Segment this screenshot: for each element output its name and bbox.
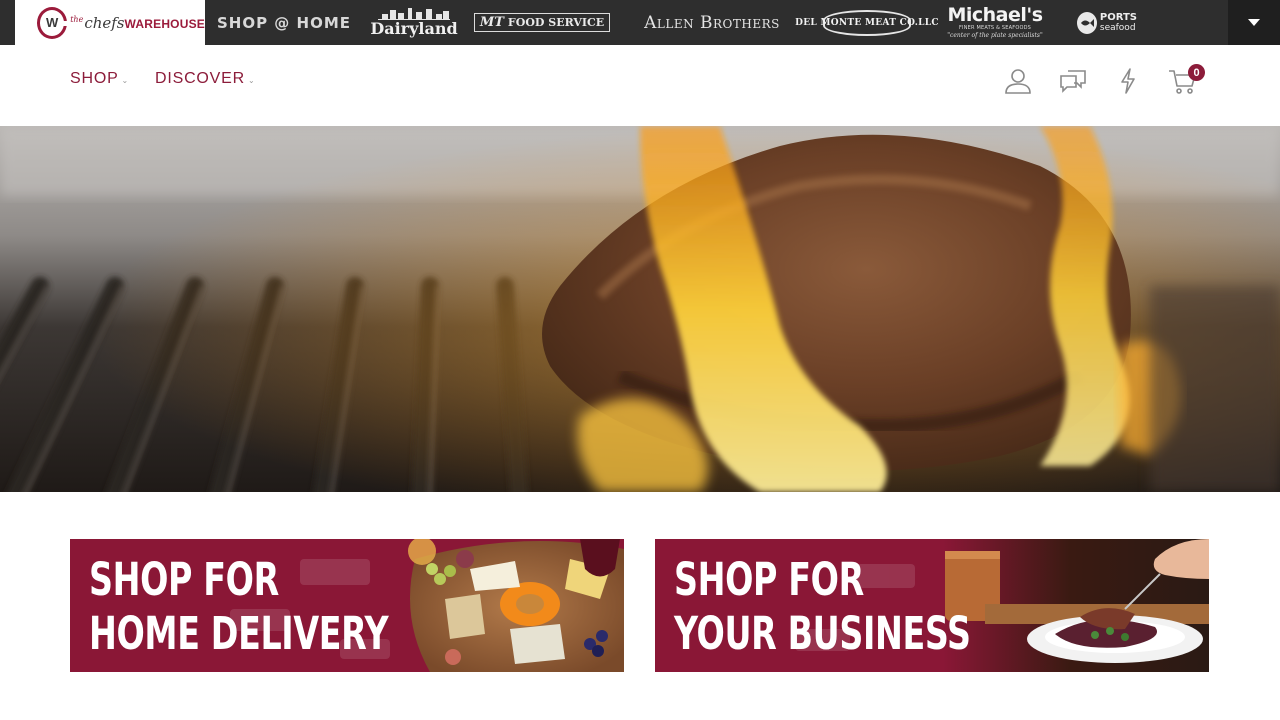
cw-monogram-icon: W bbox=[37, 6, 70, 39]
del-monte-badge: DEL MONTE MEAT CO.LLC bbox=[795, 9, 939, 36]
chat-icon[interactable] bbox=[1058, 66, 1088, 96]
promo-home-line2: HOME DELIVERY bbox=[89, 607, 389, 660]
ports-wordmark: PORTS seafood bbox=[1099, 11, 1137, 33]
ports-line2: seafood bbox=[1099, 22, 1136, 33]
logo-warehouse: WAREHOUSE bbox=[124, 16, 205, 31]
account-icon[interactable] bbox=[1003, 66, 1033, 96]
promo-biz-line2: YOUR BUSINESS bbox=[674, 607, 971, 660]
michaels-label: Michael's bbox=[947, 4, 1043, 26]
brand-del-monte[interactable]: DEL MONTE MEAT CO.LLC bbox=[795, 0, 939, 45]
dairyland-label: Dairyland bbox=[370, 18, 458, 38]
promo-home-text: SHOP FOR HOME DELIVERY bbox=[89, 553, 389, 661]
chevron-down-icon: ⌄ bbox=[121, 75, 130, 85]
promo-home-line1: SHOP FOR bbox=[89, 553, 279, 606]
chevron-down-icon: ⌄ bbox=[247, 75, 256, 85]
logo-the: the bbox=[70, 14, 84, 24]
logo-chefs: chefs bbox=[84, 13, 125, 32]
logo-monogram: W bbox=[45, 15, 59, 30]
brand-strip: W the chefs WAREHOUSE SHOP @ HOME Dairyl… bbox=[0, 0, 1280, 45]
brand-dairyland[interactable]: Dairyland bbox=[370, 0, 458, 45]
hero-image[interactable] bbox=[0, 126, 1280, 492]
caret-down-icon bbox=[1248, 19, 1260, 26]
promo-biz-line1: SHOP FOR bbox=[674, 553, 864, 606]
brand-shop-at-home[interactable]: SHOP @ HOME bbox=[217, 0, 350, 45]
nav-shop-label: SHOP bbox=[70, 70, 119, 87]
promo-biz-text: SHOP FOR YOUR BUSINESS bbox=[674, 553, 971, 661]
shop-at-home-label: SHOP @ HOME bbox=[216, 13, 352, 32]
allen-brothers-label: Allen Brothers bbox=[644, 12, 780, 33]
michaels-tagline: "center of the plate specialists" bbox=[947, 32, 1043, 39]
brand-allen-brothers[interactable]: Allen Brothers bbox=[630, 0, 794, 45]
main-header: SHOP ⌄ DISCOVER ⌄ 0 bbox=[0, 45, 1280, 126]
brand-mt-food-service[interactable]: MT FOOD SERVICE bbox=[473, 0, 611, 45]
brand-ports-seafood[interactable]: PORTS seafood bbox=[1077, 0, 1137, 45]
mt-label: FOOD SERVICE bbox=[507, 16, 605, 29]
brand-strip-toggle[interactable] bbox=[1228, 0, 1280, 45]
promo-your-business[interactable]: SHOP FOR YOUR BUSINESS bbox=[655, 539, 1209, 672]
promo-home-delivery[interactable]: SHOP FOR HOME DELIVERY bbox=[70, 539, 624, 672]
dairyland-skyline-icon bbox=[378, 7, 450, 20]
nav-discover[interactable]: DISCOVER ⌄ bbox=[155, 70, 256, 88]
cart-count-badge: 0 bbox=[1188, 64, 1205, 81]
nav-discover-label: DISCOVER bbox=[155, 70, 245, 87]
lightning-icon[interactable] bbox=[1113, 66, 1143, 96]
mt-mark: MT bbox=[479, 15, 504, 30]
del-monte-label: DEL MONTE MEAT CO.LLC bbox=[795, 17, 939, 28]
ports-line1: PORTS bbox=[1099, 11, 1137, 23]
chefs-warehouse-logo[interactable]: W the chefs WAREHOUSE bbox=[15, 0, 205, 45]
brand-michaels[interactable]: Michael's FINER MEATS & SEAFOODS "center… bbox=[940, 0, 1050, 45]
michaels-sub: FINER MEATS & SEAFOODS bbox=[958, 25, 1032, 31]
nav-shop[interactable]: SHOP ⌄ bbox=[70, 70, 129, 88]
ports-fish-icon bbox=[1077, 11, 1097, 34]
logo-wordmark: the chefs WAREHOUSE bbox=[70, 14, 205, 32]
mt-logo: MT FOOD SERVICE bbox=[473, 13, 611, 32]
